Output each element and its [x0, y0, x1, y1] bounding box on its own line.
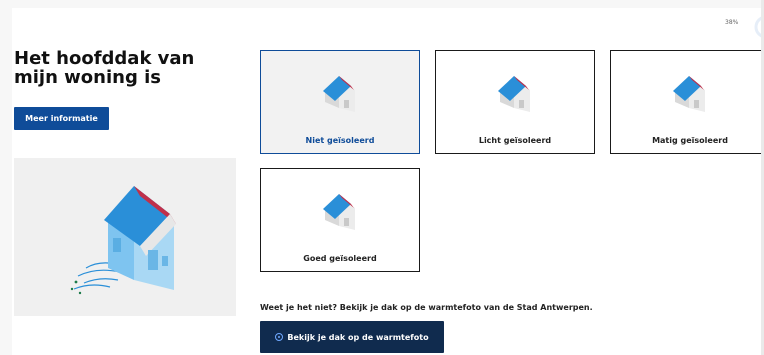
location-pin-icon [275, 333, 284, 341]
option-moderately-insulated[interactable]: Matig geïsoleerd [610, 50, 764, 154]
option-label: Goed geïsoleerd [303, 254, 377, 263]
house-icon [323, 76, 355, 112]
more-info-button[interactable]: Meer informatie [14, 107, 109, 130]
house-icon [323, 194, 355, 230]
option-label: Licht geïsoleerd [478, 136, 552, 145]
option-well-insulated[interactable]: Goed geïsoleerd [260, 168, 420, 272]
option-label: Matig geïsoleerd [652, 136, 728, 145]
page-container: 38% Het hoofddak van mijn woning is Meer… [12, 8, 764, 355]
option-label: Niet geïsoleerd [305, 136, 375, 145]
house-icon [498, 76, 530, 112]
progress-percentage: 38% [725, 19, 739, 26]
house-illustration [14, 158, 236, 316]
help-text: Weet je het niet? Bekijk je dak op de wa… [260, 303, 593, 312]
thermal-photo-button-label: Bekijk je dak op de warmtefoto [287, 332, 429, 342]
option-lightly-insulated[interactable]: Licht geïsoleerd [435, 50, 595, 154]
question-title: Het hoofddak van mijn woning is [14, 48, 195, 88]
house-icon [673, 76, 705, 112]
view-thermal-photo-button[interactable]: Bekijk je dak op de warmtefoto [260, 321, 444, 353]
option-not-insulated[interactable]: Niet geïsoleerd [260, 50, 420, 154]
